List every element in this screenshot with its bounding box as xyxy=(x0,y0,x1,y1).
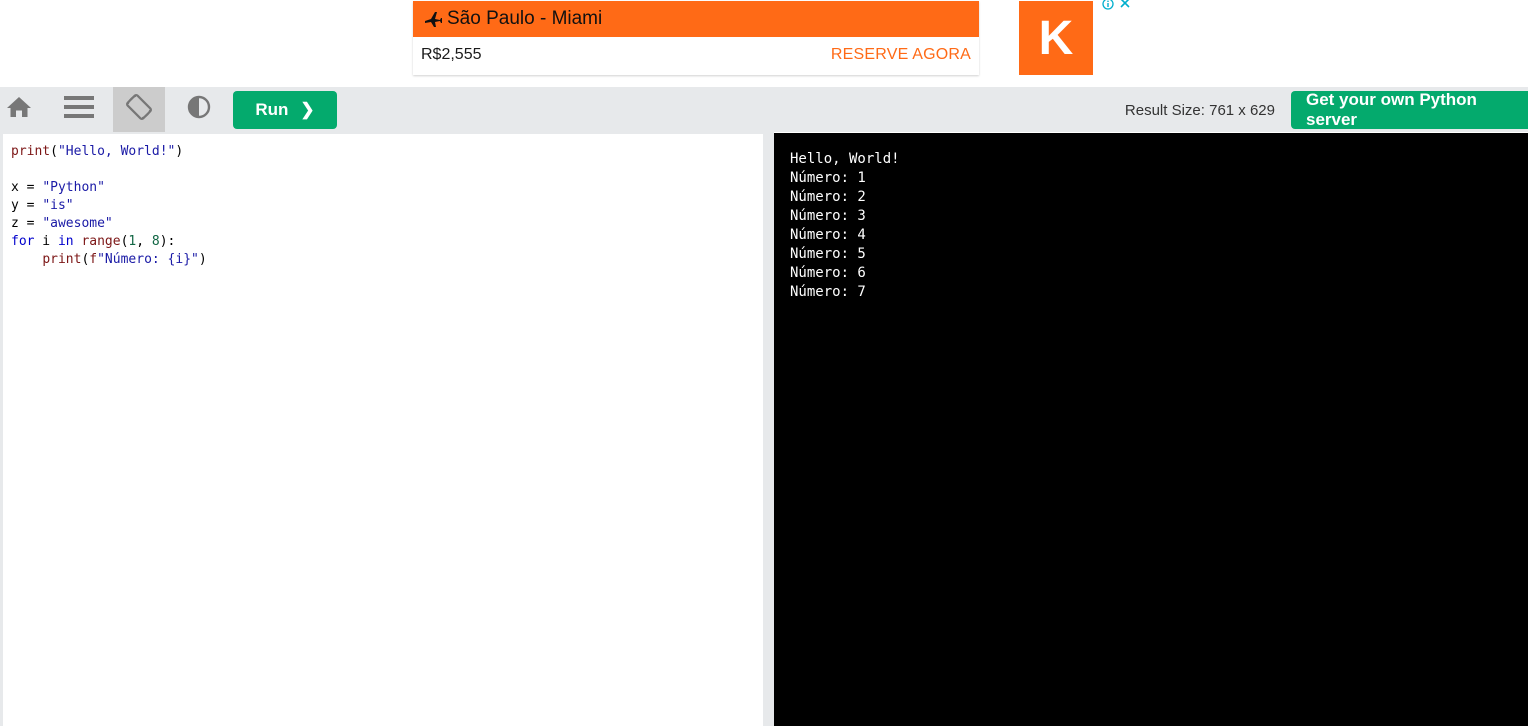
home-button[interactable] xyxy=(0,87,38,132)
info-icon[interactable] xyxy=(1102,0,1114,10)
code-line[interactable]: print("Hello, World!") xyxy=(11,144,183,159)
code-line[interactable]: for i in range(1, 8): xyxy=(11,234,175,249)
code-content[interactable]: print("Hello, World!") x = "Python" y = … xyxy=(11,143,207,269)
kayak-logo[interactable]: K xyxy=(1019,1,1093,75)
ad-header[interactable]: São Paulo - Miami xyxy=(413,1,979,37)
pane-splitter[interactable] xyxy=(766,132,774,726)
result-size-label: Result Size: 761 x 629 xyxy=(1124,102,1275,119)
output-panel: Hello, World! Número: 1 Número: 2 Número: 3… xyxy=(774,133,1528,726)
toolbar: Run ❯ Result Size: 761 x 629 Get your ow… xyxy=(0,87,1528,132)
editor-frame: print("Hello, World!") x = "Python" y = … xyxy=(0,132,766,726)
output-line: Número: 7 xyxy=(790,284,866,300)
get-python-server-label: Get your own Python server xyxy=(1306,90,1477,129)
output-line: Número: 1 xyxy=(790,170,866,186)
hamburger-menu-icon xyxy=(64,95,94,124)
ad-banner[interactable]: São Paulo - Miami R$2,555 RESERVE AGORA xyxy=(413,1,979,75)
ad-route-text[interactable]: São Paulo - Miami xyxy=(447,8,602,30)
theme-toggle-button[interactable] xyxy=(180,87,218,132)
code-line[interactable]: x = "Python" xyxy=(11,180,105,195)
output-line: Número: 4 xyxy=(790,227,866,243)
get-python-server-button[interactable]: Get your own Python server xyxy=(1291,90,1528,129)
home-icon xyxy=(6,96,32,123)
contrast-icon xyxy=(187,95,211,124)
ad-logo-letter: K xyxy=(1038,11,1074,65)
output-line: Número: 3 xyxy=(790,208,866,224)
code-line[interactable]: print(f"Número: {i}") xyxy=(11,252,206,267)
rotate-layout-button[interactable] xyxy=(113,87,165,132)
code-line[interactable]: y = "is" xyxy=(11,198,74,213)
output-line: Número: 5 xyxy=(790,246,866,262)
run-button[interactable]: Run ❯ xyxy=(233,91,337,129)
output-line: Número: 2 xyxy=(790,189,866,205)
output-line: Hello, World! xyxy=(790,151,900,167)
run-button-label: Run xyxy=(255,100,289,119)
ad-price: R$2,555 xyxy=(421,46,482,63)
output-line: Número: 6 xyxy=(790,265,866,281)
chevron-right-icon: ❯ xyxy=(300,99,315,119)
rotate-screen-icon xyxy=(124,92,154,127)
airplane-icon xyxy=(423,9,443,29)
code-line[interactable]: z = "awesome" xyxy=(11,216,113,231)
output-lines: Hello, World! Número: 1 Número: 2 Número: 3… xyxy=(790,150,900,302)
close-icon[interactable] xyxy=(1119,0,1131,8)
ad-reserve-link[interactable]: RESERVE AGORA xyxy=(831,46,971,64)
code-editor[interactable]: print("Hello, World!") x = "Python" y = … xyxy=(3,134,763,726)
menu-button[interactable] xyxy=(58,87,100,132)
